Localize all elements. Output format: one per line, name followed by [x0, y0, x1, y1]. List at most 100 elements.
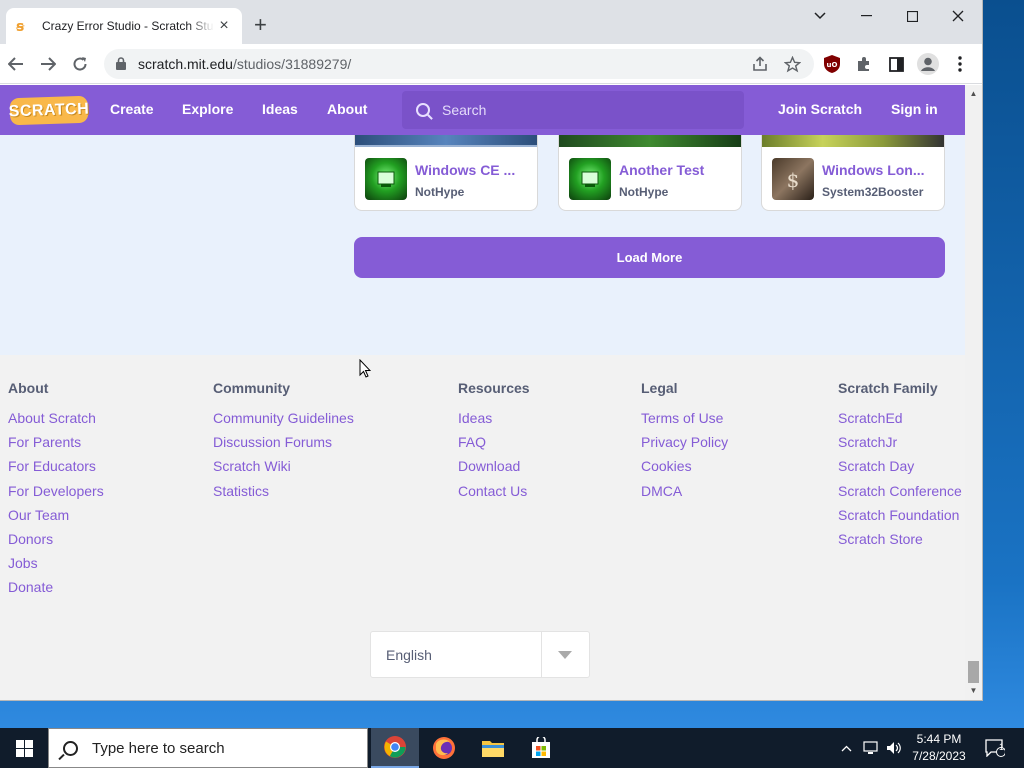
ublock-extension-icon[interactable]: uO [821, 53, 843, 75]
footer-link[interactable]: Contact Us [458, 481, 530, 505]
load-more-button[interactable]: Load More [354, 237, 945, 278]
nav-ideas[interactable]: Ideas [262, 101, 298, 117]
windows-start-icon[interactable] [0, 728, 48, 768]
maximize-icon[interactable] [889, 0, 935, 32]
footer-link[interactable]: Scratch Store [838, 529, 962, 553]
footer-link[interactable]: Terms of Use [641, 408, 728, 432]
browser-titlebar: ꞩ Crazy Error Studio - Scratch Studio × … [0, 0, 982, 44]
tab-search-chevron-icon[interactable] [797, 0, 843, 32]
footer-link[interactable]: Discussion Forums [213, 432, 354, 456]
project-thumbnail[interactable] [569, 158, 611, 200]
chrome-taskbar-icon[interactable] [371, 728, 419, 768]
nav-explore[interactable]: Explore [182, 101, 233, 117]
address-bar[interactable]: scratch.mit.edu/studios/31889279/ [104, 49, 814, 79]
extensions-puzzle-icon[interactable] [853, 53, 875, 75]
taskbar-search-box[interactable]: Type here to search [48, 728, 368, 768]
footer-link[interactable]: Donate [8, 577, 104, 601]
side-panel-icon[interactable] [885, 53, 907, 75]
show-hidden-icons-chevron-icon[interactable] [838, 728, 854, 768]
footer-link[interactable]: ScratchJr [838, 432, 962, 456]
profile-avatar-icon[interactable] [917, 53, 939, 75]
scratch-logo[interactable]: SCRATCH [8, 95, 90, 126]
nav-about[interactable]: About [327, 101, 367, 117]
project-thumbnail[interactable] [365, 158, 407, 200]
chevron-down-icon [558, 651, 572, 659]
footer-heading: Scratch Family [838, 380, 938, 396]
new-tab-icon[interactable]: + [254, 14, 267, 36]
footer-column-scratch-family: Scratch Family ScratchEd ScratchJr Scrat… [838, 380, 962, 553]
project-title[interactable]: Windows CE ... [415, 162, 515, 178]
close-window-icon[interactable] [935, 0, 981, 32]
project-thumbnail[interactable]: $ [772, 158, 814, 200]
browser-menu-icon[interactable] [949, 53, 971, 75]
footer-heading: Resources [458, 380, 530, 396]
network-icon[interactable] [861, 728, 881, 768]
scratch-navbar: SCRATCH Create Explore Ideas About Join … [0, 85, 965, 135]
volume-icon[interactable] [884, 728, 904, 768]
bookmark-star-icon[interactable] [781, 53, 803, 75]
notifications-icon[interactable]: 1 [980, 728, 1010, 768]
join-scratch-link[interactable]: Join Scratch [778, 101, 862, 117]
language-divider [541, 632, 542, 677]
project-card[interactable]: Windows CE ... NotHype [354, 135, 538, 211]
nav-create[interactable]: Create [110, 101, 154, 117]
footer-heading: Legal [641, 380, 678, 396]
lock-icon [116, 57, 128, 71]
scrollbar-thumb[interactable] [968, 661, 979, 683]
project-title[interactable]: Windows Lon... [822, 162, 925, 178]
project-card[interactable]: $ Windows Lon... System32Booster [761, 135, 945, 211]
project-card[interactable]: Another Test NotHype [558, 135, 742, 211]
footer-column-legal: Legal Terms of Use Privacy Policy Cookie… [641, 380, 728, 505]
project-author[interactable]: NotHype [619, 185, 668, 199]
footer-heading: About [8, 380, 49, 396]
footer-link[interactable]: For Parents [8, 432, 104, 456]
browser-tab-active[interactable]: ꞩ Crazy Error Studio - Scratch Studio × [6, 8, 242, 44]
footer-heading: Community [213, 380, 290, 396]
reload-icon[interactable] [68, 52, 92, 76]
project-title[interactable]: Another Test [619, 162, 704, 178]
scroll-down-icon[interactable]: ▼ [969, 686, 978, 695]
firefox-taskbar-icon[interactable] [420, 728, 468, 768]
footer-link[interactable]: Community Guidelines [213, 408, 354, 432]
scratch-search-box [402, 91, 744, 129]
footer-link[interactable]: Cookies [641, 456, 728, 480]
taskbar-search-placeholder: Type here to search [92, 739, 225, 757]
footer-link[interactable]: Jobs [8, 553, 104, 577]
footer-link[interactable]: DMCA [641, 481, 728, 505]
footer-link[interactable]: Scratch Wiki [213, 456, 354, 480]
footer-link[interactable]: ScratchEd [838, 408, 962, 432]
project-author[interactable]: NotHype [415, 185, 464, 199]
footer-link[interactable]: Scratch Conference [838, 481, 962, 505]
file-explorer-taskbar-icon[interactable] [469, 728, 517, 768]
footer-link[interactable]: Donors [8, 529, 104, 553]
language-value: English [386, 647, 432, 663]
minimize-icon[interactable] [843, 0, 889, 32]
page-scrollbar[interactable]: ▲ ▼ [965, 85, 982, 700]
footer-column-community: Community Community Guidelines Discussio… [213, 380, 354, 505]
footer-link[interactable]: Ideas [458, 408, 530, 432]
svg-text:uO: uO [827, 61, 838, 69]
footer-link[interactable]: Our Team [8, 505, 104, 529]
taskbar-clock[interactable]: 5:44 PM 7/28/2023 [906, 731, 972, 765]
forward-arrow-icon[interactable] [36, 52, 60, 76]
footer-link[interactable]: For Educators [8, 456, 104, 480]
footer-link[interactable]: About Scratch [8, 408, 104, 432]
project-author[interactable]: System32Booster [822, 185, 923, 199]
footer-link[interactable]: Scratch Foundation [838, 505, 962, 529]
footer-link[interactable]: Download [458, 456, 530, 480]
mouse-cursor-icon [359, 359, 371, 378]
scroll-up-icon[interactable]: ▲ [969, 89, 978, 98]
tab-close-icon[interactable]: × [216, 17, 232, 35]
microsoft-store-taskbar-icon[interactable] [517, 728, 565, 768]
footer-link[interactable]: FAQ [458, 432, 530, 456]
footer-link[interactable]: Statistics [213, 481, 354, 505]
scratch-search-input[interactable] [442, 102, 722, 118]
share-icon[interactable] [749, 53, 771, 75]
footer-link[interactable]: Scratch Day [838, 456, 962, 480]
windows-taskbar: Type here to search 5:44 PM 7/28/2023 1 [0, 728, 1024, 768]
back-arrow-icon[interactable] [4, 52, 28, 76]
sign-in-link[interactable]: Sign in [891, 101, 938, 117]
language-select[interactable]: English [370, 631, 590, 678]
footer-link[interactable]: Privacy Policy [641, 432, 728, 456]
footer-link[interactable]: For Developers [8, 481, 104, 505]
